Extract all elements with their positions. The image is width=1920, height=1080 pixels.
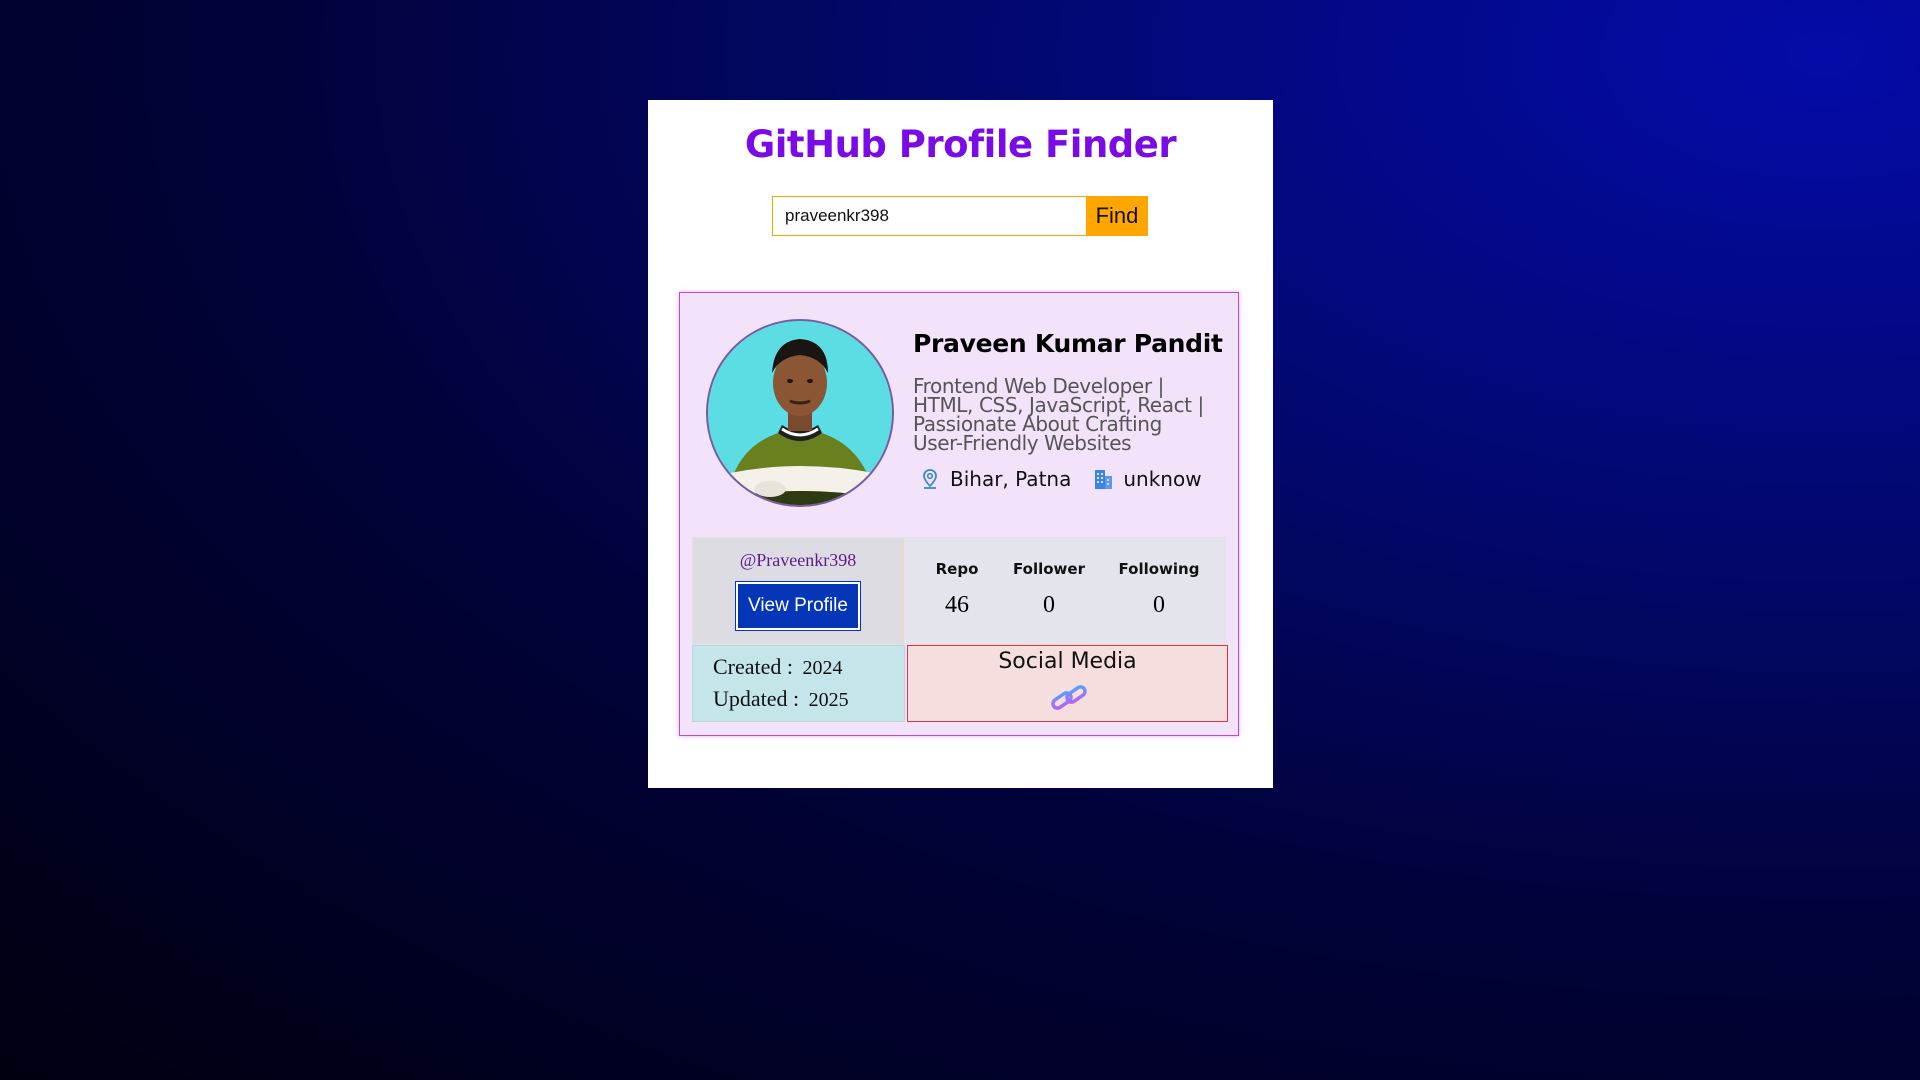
follower-count: 0	[1043, 592, 1055, 618]
updated-label: Updated :	[713, 686, 800, 711]
counts-column: Repo 46 Follower 0 Following 0	[904, 538, 1225, 644]
created-row: Created : 2024	[713, 654, 843, 680]
profile-name: Praveen Kumar Pandit	[913, 329, 1223, 358]
avatar	[706, 319, 894, 507]
following-label: Following	[1118, 560, 1200, 578]
login-column: @Praveenkr398 View Profile	[693, 538, 904, 644]
profile-company: unknow	[1123, 467, 1202, 491]
social-media-section: Social Media	[907, 645, 1228, 722]
location-pin-icon	[918, 467, 942, 491]
app-title: GitHub Profile Finder	[744, 123, 1177, 166]
profile-login: @Praveenkr398	[739, 550, 857, 570]
building-icon	[1091, 467, 1115, 491]
profile-card: Praveen Kumar Pandit Frontend Web Develo…	[679, 292, 1239, 736]
search-bar: Find	[772, 196, 1148, 236]
user-photo-icon	[708, 321, 892, 505]
updated-value: 2025	[808, 689, 849, 711]
social-media-title: Social Media	[998, 649, 1137, 674]
find-button[interactable]: Find	[1086, 196, 1148, 236]
link-icon[interactable]	[1049, 682, 1089, 714]
view-profile-button[interactable]: View Profile	[735, 581, 861, 631]
created-value: 2024	[802, 657, 843, 679]
stats-section: @Praveenkr398 View Profile Repo 46 Follo…	[692, 537, 1226, 645]
updated-row: Updated : 2025	[713, 686, 849, 712]
profile-meta: Bihar, Patna unknow	[918, 467, 1202, 491]
finder-panel: GitHub Profile Finder Find	[648, 100, 1273, 788]
profile-location: Bihar, Patna	[950, 467, 1072, 491]
follower-label: Follower	[1013, 560, 1085, 578]
following-count: 0	[1153, 592, 1165, 618]
created-label: Created :	[713, 654, 794, 679]
profile-bio: Frontend Web Developer | HTML, CSS, Java…	[913, 374, 1204, 455]
search-input[interactable]	[772, 196, 1086, 236]
dates-section: Created : 2024 Updated : 2025	[692, 645, 905, 722]
